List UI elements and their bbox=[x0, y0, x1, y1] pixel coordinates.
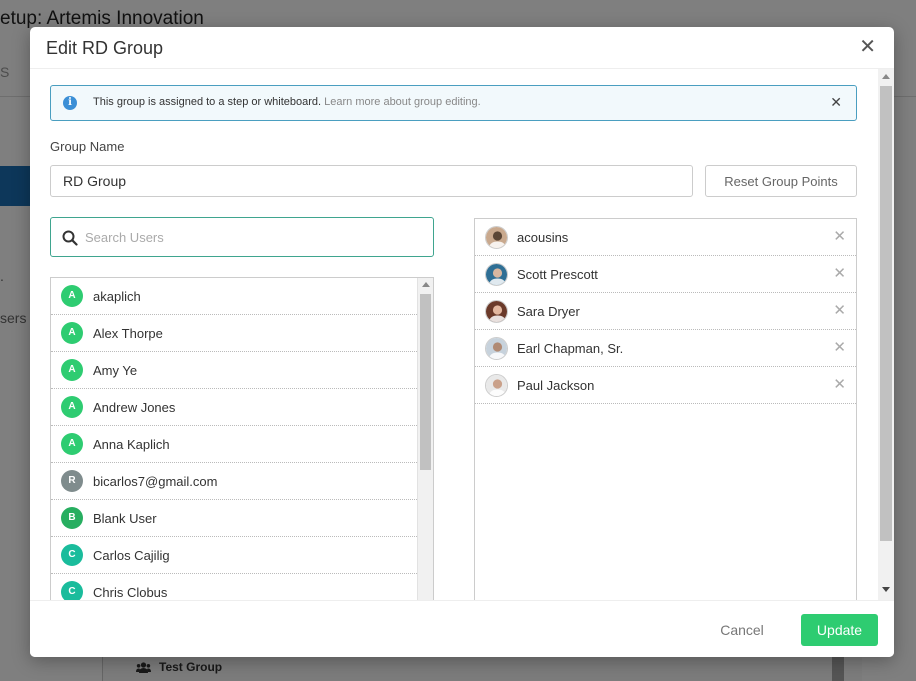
member-name: acousins bbox=[517, 229, 569, 245]
alert-message: This group is assigned to a step or whit… bbox=[93, 96, 481, 108]
remove-member-icon[interactable]: ✕ bbox=[833, 340, 846, 355]
available-users-container: Aakaplich A Alex Thorpe A Amy Ye A Andrew Jone… bbox=[51, 278, 417, 600]
group-member-item: Sara Dryer ✕ bbox=[475, 293, 856, 330]
user-name: bicarlos7@gmail.com bbox=[93, 473, 218, 489]
user-name: Chris Clobus bbox=[93, 584, 168, 600]
group-name-label: Group Name bbox=[50, 139, 125, 154]
user-initial-avatar: A bbox=[61, 396, 83, 418]
user-name: Alex Thorpe bbox=[93, 325, 163, 341]
user-name: Carlos Cajilig bbox=[93, 547, 170, 563]
search-icon bbox=[62, 230, 78, 246]
user-initial-avatar: A bbox=[61, 285, 83, 307]
user-list-item[interactable]: A Andrew Jones bbox=[51, 389, 417, 426]
person-photo-icon bbox=[486, 300, 507, 322]
cancel-button[interactable]: Cancel bbox=[706, 615, 778, 645]
user-initial-avatar: A bbox=[61, 433, 83, 455]
search-users-input[interactable] bbox=[85, 224, 415, 250]
close-icon[interactable]: ✕ bbox=[859, 37, 876, 57]
group-member-item: Earl Chapman, Sr. ✕ bbox=[475, 330, 856, 367]
user-list-item[interactable]: C Carlos Cajilig bbox=[51, 537, 417, 574]
remove-member-icon[interactable]: ✕ bbox=[833, 229, 846, 244]
group-member-item: acousins ✕ bbox=[475, 219, 856, 256]
modal-body-scrollbar[interactable] bbox=[878, 69, 894, 600]
learn-more-link[interactable]: Learn more about group editing. bbox=[324, 96, 481, 108]
modal-footer: Cancel Update bbox=[30, 600, 894, 657]
group-member-item: Paul Jackson ✕ bbox=[475, 367, 856, 404]
member-name: Paul Jackson bbox=[517, 377, 595, 393]
member-photo-avatar bbox=[485, 299, 508, 323]
person-photo-icon bbox=[486, 374, 507, 396]
alert-message-text: This group is assigned to a step or whit… bbox=[93, 96, 322, 108]
modal-header: Edit RD Group ✕ bbox=[30, 27, 894, 69]
user-name: akaplich bbox=[93, 288, 141, 304]
person-photo-icon bbox=[486, 226, 507, 248]
scroll-up-arrow-icon[interactable] bbox=[422, 282, 430, 287]
modal-body: i This group is assigned to a step or wh… bbox=[30, 69, 878, 600]
available-users-list: Aakaplich A Alex Thorpe A Amy Ye A Andrew Jone… bbox=[50, 277, 434, 600]
modal-title: Edit RD Group bbox=[46, 38, 164, 58]
user-list-item[interactable]: A Anna Kaplich bbox=[51, 426, 417, 463]
user-initial-avatar: B bbox=[61, 507, 83, 529]
search-users-box[interactable] bbox=[50, 217, 434, 257]
available-users-scroll-thumb[interactable] bbox=[420, 294, 431, 470]
member-name: Sara Dryer bbox=[517, 303, 580, 319]
group-name-input[interactable] bbox=[50, 165, 693, 197]
remove-member-icon[interactable]: ✕ bbox=[833, 266, 846, 281]
user-list-item[interactable]: A Alex Thorpe bbox=[51, 315, 417, 352]
info-icon: i bbox=[63, 96, 77, 110]
user-name: Amy Ye bbox=[93, 362, 138, 378]
alert-close-icon[interactable]: ✕ bbox=[830, 94, 842, 111]
user-initial-avatar: A bbox=[61, 359, 83, 381]
user-initial-avatar: C bbox=[61, 581, 83, 600]
info-alert: i This group is assigned to a step or wh… bbox=[50, 85, 857, 121]
user-initial-avatar: R bbox=[61, 470, 83, 492]
person-photo-icon bbox=[486, 263, 507, 285]
modal-body-scroll-thumb[interactable] bbox=[880, 86, 892, 541]
available-users-scrollbar[interactable] bbox=[417, 278, 433, 600]
reset-group-points-button[interactable]: Reset Group Points bbox=[705, 165, 857, 197]
person-photo-icon bbox=[486, 337, 507, 359]
user-name: Anna Kaplich bbox=[93, 436, 170, 452]
user-name: Blank User bbox=[93, 510, 157, 526]
member-photo-avatar bbox=[485, 373, 508, 397]
remove-member-icon[interactable]: ✕ bbox=[833, 377, 846, 392]
group-members-list: acousins ✕ Scott Prescott ✕ Sara Dryer ✕ Earl … bbox=[474, 218, 857, 600]
edit-group-modal: Edit RD Group ✕ i This group is assigned… bbox=[30, 27, 894, 657]
user-list-item[interactable]: Rbicarlos7@gmail.com bbox=[51, 463, 417, 500]
member-name: Scott Prescott bbox=[517, 266, 598, 282]
member-photo-avatar bbox=[485, 225, 508, 249]
user-initial-avatar: A bbox=[61, 322, 83, 344]
member-photo-avatar bbox=[485, 262, 508, 286]
group-member-item: Scott Prescott ✕ bbox=[475, 256, 856, 293]
scroll-up-arrow-icon[interactable] bbox=[882, 74, 890, 79]
user-name: Andrew Jones bbox=[93, 399, 176, 415]
user-list-item[interactable]: C Chris Clobus bbox=[51, 574, 417, 600]
user-list-item[interactable]: Aakaplich bbox=[51, 278, 417, 315]
member-photo-avatar bbox=[485, 336, 508, 360]
scroll-down-arrow-icon[interactable] bbox=[882, 587, 890, 592]
user-initial-avatar: C bbox=[61, 544, 83, 566]
user-list-item[interactable]: B Blank User bbox=[51, 500, 417, 537]
member-name: Earl Chapman, Sr. bbox=[517, 340, 624, 356]
user-list-item[interactable]: A Amy Ye bbox=[51, 352, 417, 389]
remove-member-icon[interactable]: ✕ bbox=[833, 303, 846, 318]
update-button[interactable]: Update bbox=[801, 614, 878, 646]
